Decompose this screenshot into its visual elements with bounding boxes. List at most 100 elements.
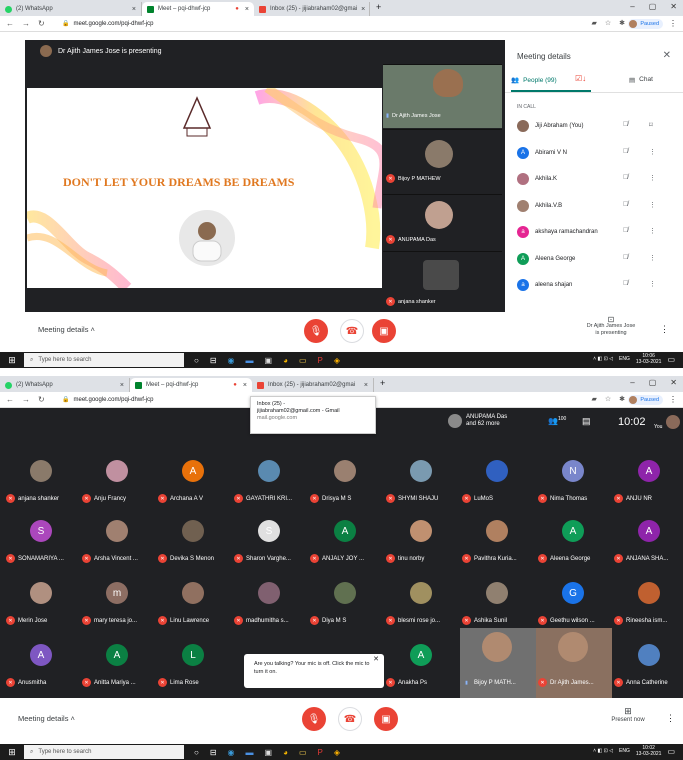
close-tab-icon[interactable]: × — [364, 382, 368, 389]
window-controls: – ▢ ✕ — [630, 2, 677, 11]
participant-name: Archana A V — [170, 495, 204, 502]
close-window-icon[interactable]: ✕ — [670, 378, 677, 387]
tab-whatsapp[interactable]: (2) WhatsApp × — [0, 2, 142, 16]
clock[interactable]: 10:06 13-03-2021 — [636, 353, 662, 365]
tab-chat[interactable]: ▤ Chat — [629, 76, 653, 84]
maximize-icon[interactable]: ▢ — [649, 2, 657, 11]
forward-icon[interactable]: → — [22, 19, 30, 28]
back-icon[interactable]: ← — [6, 395, 14, 404]
more-options-icon[interactable]: ⋮ — [649, 227, 656, 235]
app-icon[interactable]: ◈ — [334, 356, 340, 365]
camera-toggle-button[interactable]: ▣ — [372, 319, 396, 343]
participant-name: aleena shajan — [535, 282, 573, 288]
tab-meet[interactable]: Meet – pqi-dhwf-jcp ● × — [130, 378, 252, 392]
star-icon[interactable]: ☆ — [605, 19, 611, 27]
participant-row[interactable]: Jiji Abraham (You) — [517, 116, 677, 136]
tab-meet[interactable]: Meet – pqi-dhwf-jcp ● × — [142, 2, 254, 16]
extensions-icon[interactable]: ✱ — [619, 395, 625, 403]
tab-whatsapp[interactable]: (2) WhatsApp × — [0, 378, 130, 392]
tab-gmail[interactable]: Inbox (25) - jijiabraham02@gmai × — [252, 378, 374, 392]
camera-icon[interactable]: ▰ — [591, 19, 596, 27]
edge-icon[interactable]: ◉ — [228, 748, 235, 757]
mic-toggle-button[interactable]: 🎙 — [304, 319, 328, 343]
close-tab-icon[interactable]: × — [132, 6, 136, 13]
close-tab-icon[interactable]: × — [120, 382, 124, 389]
people-button[interactable]: 👥100 — [548, 416, 566, 426]
language-label[interactable]: ENG — [619, 356, 630, 362]
taskbar-search[interactable]: ⌕ Type here to search — [24, 745, 184, 759]
pin-icon[interactable]: ⌑ — [649, 121, 653, 129]
powerpoint-icon[interactable]: P — [318, 356, 323, 365]
mic-toggle-button[interactable]: 🎙 — [302, 707, 326, 731]
chrome-icon[interactable]: ◕ — [283, 356, 288, 365]
clock[interactable]: 10:02 13-03-2021 — [636, 745, 662, 757]
chrome-icon[interactable]: ◕ — [283, 748, 288, 757]
app-icon[interactable]: ◈ — [334, 748, 340, 757]
presenter-status[interactable]: ⊡ Dr Ajith James Jose is presenting — [576, 316, 646, 337]
participant-name: blesmi rose jo... — [398, 617, 441, 624]
language-label[interactable]: ENG — [619, 748, 630, 754]
close-tab-icon[interactable]: × — [361, 6, 365, 13]
leave-call-button[interactable]: ☎ — [338, 707, 362, 731]
tray-icons[interactable]: ˄ ◧ ⊡ ◁ — [593, 748, 613, 754]
menu-icon[interactable]: ⋮ — [669, 19, 677, 28]
more-options-icon[interactable]: ⋮ — [649, 174, 656, 182]
present-now-button[interactable]: ⊞ Present now — [600, 707, 656, 725]
close-window-icon[interactable]: ✕ — [670, 2, 677, 11]
files-icon[interactable]: ▭ — [299, 356, 307, 365]
menu-icon[interactable]: ⋮ — [669, 395, 677, 404]
notifications-icon[interactable]: ▭ — [667, 747, 675, 756]
new-tab-button[interactable]: + — [370, 2, 387, 16]
extensions-icon[interactable]: ✱ — [619, 19, 625, 27]
taskbar-search[interactable]: ⌕ Type here to search — [24, 353, 184, 367]
powerpoint-icon[interactable]: P — [318, 748, 323, 757]
more-options-icon[interactable]: ⋮ — [649, 148, 656, 156]
close-tab-icon[interactable]: × — [243, 382, 247, 389]
minimize-icon[interactable]: – — [630, 378, 634, 387]
start-icon[interactable]: ⊞ — [0, 352, 24, 368]
meeting-details-button[interactable]: Meeting details ˄ — [38, 325, 95, 334]
task-view-icon[interactable]: ⊟ — [210, 356, 217, 365]
tray-icons[interactable]: ˄ ◧ ⊡ ◁ — [593, 356, 613, 362]
reload-icon[interactable]: ↻ — [38, 395, 45, 404]
new-tab-button[interactable]: + — [374, 378, 391, 392]
camera-icon[interactable]: ▰ — [591, 395, 596, 403]
edge-icon[interactable]: ◉ — [228, 356, 235, 365]
more-options-icon[interactable]: ⋮ — [649, 201, 656, 209]
start-icon[interactable]: ⊞ — [0, 744, 24, 760]
url-field[interactable]: 🔒 meet.google.com/pqi-dhwf-jcp — [62, 396, 154, 404]
tab-gmail[interactable]: Inbox (25) - jijiabraham02@gmai × — [254, 2, 370, 16]
forward-icon[interactable]: → — [22, 395, 30, 404]
profile-button[interactable]: Paused — [628, 395, 663, 405]
files-icon[interactable]: ▭ — [299, 748, 307, 757]
camera-toggle-button[interactable]: ▣ — [374, 707, 398, 731]
close-tab-icon[interactable]: × — [245, 6, 249, 13]
participant-tile: ✕ SHYMI SHAJU — [384, 454, 460, 516]
more-options-icon[interactable]: ⋮ — [649, 280, 656, 288]
close-toast-icon[interactable]: ✕ — [373, 656, 379, 664]
more-options-icon[interactable]: ⋮ — [666, 713, 675, 724]
task-view-icon[interactable]: ⊟ — [210, 748, 217, 757]
more-options-icon[interactable]: ⋮ — [660, 324, 669, 335]
store-icon[interactable]: ▣ — [265, 748, 273, 757]
star-icon[interactable]: ☆ — [605, 395, 611, 403]
more-options-icon[interactable]: ⋮ — [649, 254, 656, 262]
mail-icon[interactable]: ▬ — [246, 748, 254, 757]
url-field[interactable]: 🔒 meet.google.com/pqi-dhwf-jcp — [62, 20, 154, 28]
profile-button[interactable]: Paused — [628, 19, 663, 29]
participant-tile: A ✕ Anakha Ps — [384, 638, 460, 700]
back-icon[interactable]: ← — [6, 19, 14, 28]
maximize-icon[interactable]: ▢ — [649, 378, 657, 387]
cortana-icon[interactable]: ○ — [194, 748, 199, 757]
meeting-details-button[interactable]: Meeting details ˄ — [18, 714, 75, 723]
cortana-icon[interactable]: ○ — [194, 356, 199, 365]
store-icon[interactable]: ▣ — [265, 356, 273, 365]
mail-icon[interactable]: ▬ — [246, 356, 254, 365]
close-panel-icon[interactable]: ✕ — [663, 50, 671, 61]
leave-call-button[interactable]: ☎ — [340, 319, 364, 343]
meeting-details-label: Meeting details — [38, 325, 89, 334]
chat-icon[interactable]: ▤ — [582, 416, 591, 427]
notifications-icon[interactable]: ▭ — [667, 355, 675, 364]
reload-icon[interactable]: ↻ — [38, 19, 45, 28]
minimize-icon[interactable]: – — [630, 2, 634, 11]
